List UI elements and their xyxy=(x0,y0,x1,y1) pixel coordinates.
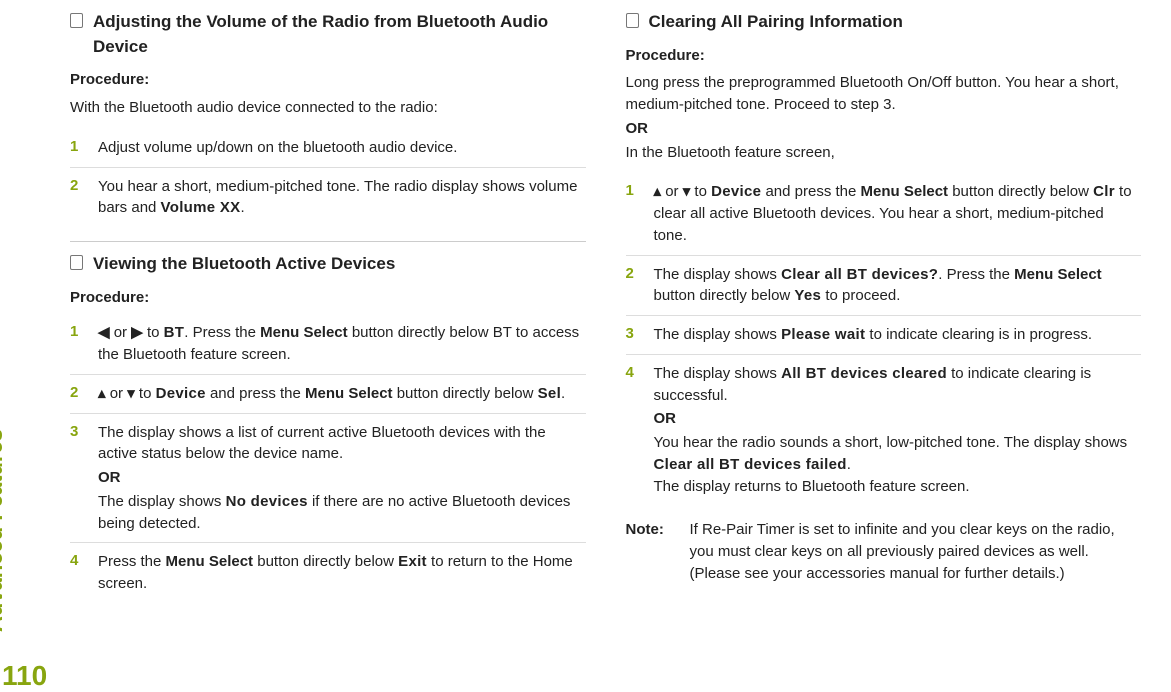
step-text: to xyxy=(135,385,156,402)
display-text: Clear all BT devices? xyxy=(781,266,938,283)
display-text: Device xyxy=(156,385,206,402)
step-text: The display shows xyxy=(98,493,226,510)
step-text: to proceed. xyxy=(821,287,900,304)
step-item: ▴ or ▾ to Device and press the Menu Sele… xyxy=(626,173,1142,255)
arrow-left-icon: ◀ xyxy=(98,324,110,341)
step-text: or xyxy=(661,183,683,200)
display-text: Sel xyxy=(538,385,561,402)
menu-label: Menu Select xyxy=(166,553,254,570)
section-title: Adjusting the Volume of the Radio from B… xyxy=(93,10,586,59)
menu-label: Menu Select xyxy=(260,324,348,341)
intro-text: In the Bluetooth feature screen, xyxy=(626,144,835,161)
step-text: The display shows xyxy=(654,365,782,382)
arrow-up-icon: ▴ xyxy=(98,385,106,402)
note-label: Note: xyxy=(626,519,674,584)
display-text: Device xyxy=(711,183,761,200)
step-text: and press the xyxy=(761,183,860,200)
step-text: and press the xyxy=(206,385,305,402)
section-heading-volume: Adjusting the Volume of the Radio from B… xyxy=(70,10,586,59)
display-text: Please wait xyxy=(781,326,865,343)
display-text: Yes xyxy=(794,287,821,304)
step-text: button directly below xyxy=(393,385,538,402)
arrow-right-icon: ▶ xyxy=(131,324,143,341)
step-item: The display shows All BT devices cleared… xyxy=(626,355,1142,506)
step-text: button directly below xyxy=(654,287,795,304)
arrow-down-icon: ▾ xyxy=(127,385,135,402)
procedure-label: Procedure: xyxy=(70,287,586,309)
step-text: The display returns to Bluetooth feature… xyxy=(654,478,970,495)
section-heading-clearing: Clearing All Pairing Information xyxy=(626,10,1142,35)
content-columns: Adjusting the Volume of the Radio from B… xyxy=(0,0,1171,613)
menu-label: Menu Select xyxy=(305,385,393,402)
display-text: All BT devices cleared xyxy=(781,365,947,382)
step-text: or xyxy=(110,324,132,341)
steps-list: ▴ or ▾ to Device and press the Menu Sele… xyxy=(626,173,1142,505)
book-icon xyxy=(70,255,83,270)
display-text: Volume XX xyxy=(161,199,241,216)
procedure-intro: Long press the preprogrammed Bluetooth O… xyxy=(626,72,1142,163)
procedure-label: Procedure: xyxy=(626,45,1142,67)
display-text: Clear all BT devices failed xyxy=(654,456,847,473)
section-heading-viewing: Viewing the Bluetooth Active Devices xyxy=(70,252,586,277)
step-text: . xyxy=(241,199,245,216)
menu-label: Menu Select xyxy=(861,183,949,200)
step-item: The display shows Please wait to indicat… xyxy=(626,316,1142,355)
step-item: You hear a short, medium-pitched tone. T… xyxy=(70,168,586,228)
step-text: . xyxy=(847,456,851,473)
procedure-label: Procedure: xyxy=(70,69,586,91)
display-text: No devices xyxy=(226,493,308,510)
step-item: Adjust volume up/down on the bluetooth a… xyxy=(70,129,586,168)
step-text: Adjust volume up/down on the bluetooth a… xyxy=(98,139,457,156)
step-text: to indicate clearing is in progress. xyxy=(865,326,1092,343)
step-text: to xyxy=(690,183,711,200)
step-item: ▴ or ▾ to Device and press the Menu Sele… xyxy=(70,375,586,414)
display-text: Clr xyxy=(1093,183,1115,200)
arrow-up-icon: ▴ xyxy=(654,183,662,200)
step-item: The display shows a list of current acti… xyxy=(70,414,586,544)
right-column: Clearing All Pairing Information Procedu… xyxy=(626,4,1142,603)
section-divider xyxy=(70,241,586,242)
step-text: button directly below xyxy=(253,553,398,570)
note-body: If Re-Pair Timer is set to infinite and … xyxy=(690,519,1142,584)
menu-label: Menu Select xyxy=(1014,266,1102,283)
procedure-intro: With the Bluetooth audio device connecte… xyxy=(70,97,586,119)
intro-text: Long press the preprogrammed Bluetooth O… xyxy=(626,74,1119,113)
step-text: The display shows xyxy=(654,266,782,283)
step-text: to xyxy=(143,324,164,341)
step-text: The display shows a list of current acti… xyxy=(98,424,546,463)
book-icon xyxy=(626,13,639,28)
book-icon xyxy=(70,13,83,28)
step-text: . Press the xyxy=(938,266,1014,283)
page-number: 110 xyxy=(2,660,47,692)
display-text: Exit xyxy=(398,553,427,570)
step-text: . xyxy=(561,385,565,402)
section-title: Viewing the Bluetooth Active Devices xyxy=(93,252,395,277)
step-text: or xyxy=(106,385,128,402)
step-text: You hear the radio sounds a short, low-p… xyxy=(654,434,1128,451)
or-label: OR xyxy=(654,408,1142,430)
step-item: Press the Menu Select button directly be… xyxy=(70,543,586,603)
step-text: Press the xyxy=(98,553,166,570)
display-text: BT xyxy=(164,324,185,341)
step-text: button directly below xyxy=(948,183,1093,200)
step-text: . Press the xyxy=(184,324,260,341)
section-title: Clearing All Pairing Information xyxy=(649,10,903,35)
note-block: Note: If Re-Pair Timer is set to infinit… xyxy=(626,519,1142,584)
or-label: OR xyxy=(626,118,1142,140)
step-item: The display shows Clear all BT devices?.… xyxy=(626,256,1142,317)
left-column: Adjusting the Volume of the Radio from B… xyxy=(70,4,586,603)
steps-list: Adjust volume up/down on the bluetooth a… xyxy=(70,129,586,227)
or-label: OR xyxy=(98,467,586,489)
step-item: ◀ or ▶ to BT. Press the Menu Select butt… xyxy=(70,314,586,375)
section-side-label: Advanced Features xyxy=(0,429,8,632)
step-text: The display shows xyxy=(654,326,782,343)
steps-list: ◀ or ▶ to BT. Press the Menu Select butt… xyxy=(70,314,586,603)
